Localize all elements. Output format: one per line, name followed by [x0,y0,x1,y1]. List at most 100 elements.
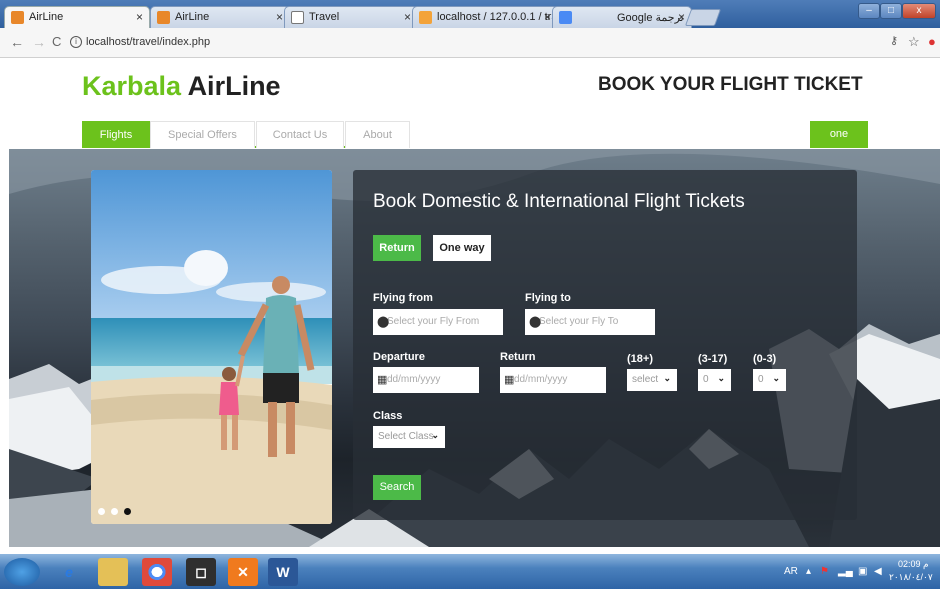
xampp-icon[interactable]: ✕ [228,558,258,586]
internet-explorer-icon[interactable]: e [54,558,84,586]
search-button[interactable]: Search [373,475,421,500]
flag-icon[interactable]: ⚑ [820,566,829,577]
browser-tab[interactable]: AirLine × [150,6,290,28]
class-select[interactable]: Select Class ⌄ [373,426,445,448]
chrome-icon[interactable] [142,558,172,586]
network-icon[interactable]: ▂▄ [838,566,853,577]
maximize-button[interactable]: □ [880,3,902,19]
back-arrow-icon[interactable]: ← [10,34,24,50]
departure-placeholder: dd/mm/yyyy [387,374,441,385]
airline-favicon-icon [157,11,170,24]
browser-tab[interactable]: Travel × [284,6,418,28]
close-tab-icon[interactable]: × [544,10,551,24]
flying-to-placeholder: Select your Fly To [539,316,619,327]
nav-flights[interactable]: Flights [82,121,150,148]
infants-label: (0-3) [753,353,777,365]
key-icon[interactable]: ⚷ [890,34,898,47]
flying-from-input[interactable]: ⬤ Select your Fly From [373,309,503,335]
tab-title: localhost / 127.0.0.1 / tra [437,11,558,23]
clock-time[interactable]: 02:09 م [898,559,929,570]
start-button-icon[interactable] [4,558,40,586]
airline-favicon-icon [11,11,24,24]
minimize-button[interactable]: – [858,3,880,19]
page-icon [291,11,304,24]
close-tab-icon[interactable]: × [678,10,685,24]
flying-to-input[interactable]: ⬤ Select your Fly To [525,309,655,335]
device-icon[interactable]: ▣ [858,566,867,577]
clock-date[interactable]: ٢٠١٨/٠٤/٠٧ [889,572,933,583]
window-app-icon[interactable]: ◻ [186,558,216,586]
map-pin-icon: ⬤ [377,316,390,328]
image-slider[interactable] [91,170,332,524]
google-translate-favicon-icon [559,11,572,24]
return-placeholder: dd/mm/yyyy [514,374,568,385]
hero-banner: Book Domestic & International Flight Tic… [9,149,940,547]
booking-panel: Book Domestic & International Flight Tic… [353,170,857,520]
beach-photo [91,170,332,524]
phpmyadmin-favicon-icon [419,11,432,24]
tab-title: AirLine [29,11,64,23]
volume-icon[interactable]: ◀ [874,566,882,577]
extension-icon[interactable]: ● [928,34,936,49]
one-way-button[interactable]: One way [433,235,491,261]
file-explorer-icon[interactable] [98,558,128,586]
forward-arrow-icon[interactable]: → [32,34,46,50]
info-icon[interactable]: i [70,36,82,48]
browser-tab[interactable]: AirLine × [4,6,150,28]
slider-dot[interactable] [111,508,118,515]
chevron-down-icon: ⌄ [772,373,780,383]
departure-date-input[interactable]: ▦ dd/mm/yyyy [373,367,479,393]
tab-title: AirLine [175,11,210,23]
infants-value: 0 [758,374,764,385]
brand-second-word: AirLine [187,71,281,101]
nav-about[interactable]: About [345,121,410,148]
browser-tab[interactable]: Google ترجمة × [552,6,692,28]
nav-contact-us[interactable]: Contact Us [256,121,344,148]
word-icon[interactable]: W [268,558,298,586]
page-tagline: BOOK YOUR FLIGHT TICKET [598,74,863,95]
flying-from-label: Flying from [373,292,433,304]
brand-first-word: Karbala [82,71,182,101]
screen: { "browser": { "tabs": [ {"title": "AirL… [0,0,940,589]
close-tab-icon[interactable]: × [136,10,143,24]
departure-label: Departure [373,351,425,363]
tab-title: Travel [309,11,340,23]
slider-dot-active[interactable] [124,508,131,515]
close-tab-icon[interactable]: × [276,10,283,24]
show-hidden-icons-icon[interactable]: ▴ [806,566,811,577]
site-logo[interactable]: Karbala AirLine [82,71,281,102]
reload-icon[interactable]: C [52,34,61,49]
children-value: 0 [703,374,709,385]
chevron-down-icon: ⌄ [431,430,439,440]
chevron-down-icon: ⌄ [663,373,671,383]
adults-label: (18+) [627,353,653,365]
web-page: Karbala AirLine BOOK YOUR FLIGHT TICKET … [0,59,940,552]
url-text: localhost/travel/index.php [86,36,211,48]
class-value: Select Class [378,431,434,442]
children-select[interactable]: 0 ⌄ [698,369,731,391]
map-pin-icon: ⬤ [529,316,542,328]
chevron-down-icon: ⌄ [717,373,725,383]
infants-select[interactable]: 0 ⌄ [753,369,786,391]
slider-dot[interactable] [98,508,105,515]
class-label: Class [373,410,403,422]
new-tab-button[interactable] [684,9,722,26]
nav-special-offers[interactable]: Special Offers [150,121,255,148]
address-bar[interactable]: i localhost/travel/index.php [68,32,888,54]
close-window-button[interactable]: x [902,3,936,19]
return-label: Return [500,351,536,363]
windows-taskbar: e ◻ ✕ W AR ▴ ⚑ ▂▄ ▣ ◀ 02:09 م ٢٠١٨/٠٤/٠٧ [0,554,940,589]
browser-tab[interactable]: localhost / 127.0.0.1 / tra × [412,6,558,28]
slider-dots [98,508,131,515]
return-trip-button[interactable]: Return [373,235,421,261]
return-date-input[interactable]: ▦ dd/mm/yyyy [500,367,606,393]
browser-toolbar: ← → C i localhost/travel/index.php ⚷ ☆ ● [0,28,940,58]
close-tab-icon[interactable]: × [404,10,411,24]
tab-title: Google ترجمة [617,12,684,24]
calendar-icon: ▦ [504,374,515,386]
language-indicator[interactable]: AR [784,566,798,577]
flying-to-label: Flying to [525,292,571,304]
bookmark-star-icon[interactable]: ☆ [908,34,920,50]
adults-select[interactable]: select ⌄ [627,369,677,391]
user-button[interactable]: one [810,121,868,148]
